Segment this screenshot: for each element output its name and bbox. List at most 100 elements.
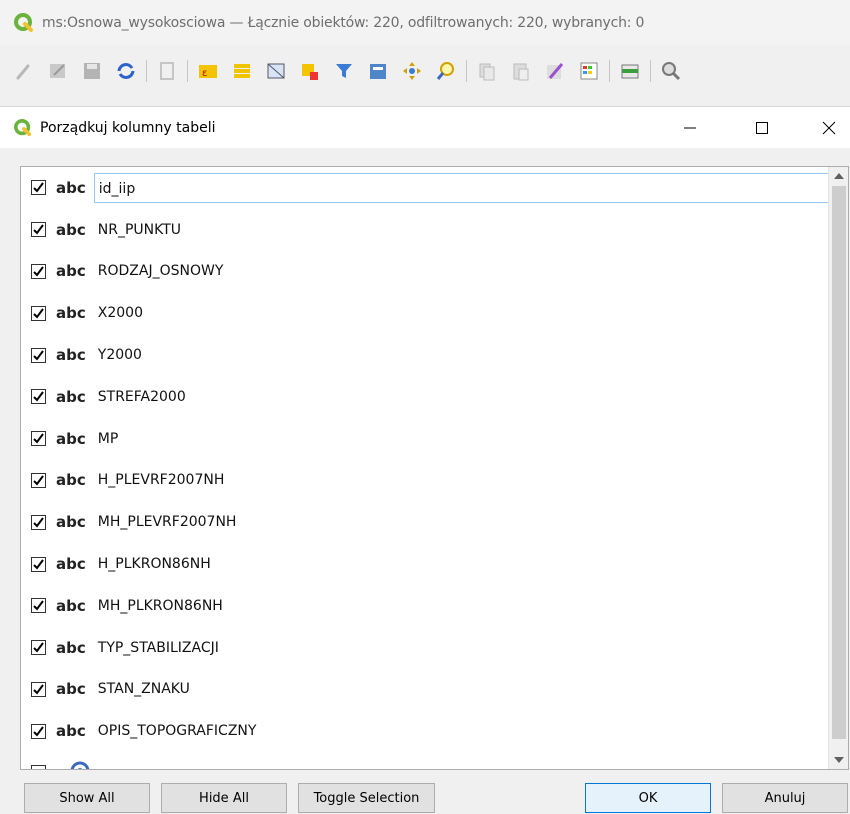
cancel-button[interactable]: Anuluj [722,783,848,813]
select-all-icon[interactable] [228,57,256,85]
field-type-icon: abc [56,596,86,615]
checkmark-icon [33,600,44,611]
column-checkbox[interactable] [31,305,46,321]
ok-button[interactable]: OK [585,783,711,813]
chevron-up-icon [834,173,844,179]
column-list-item[interactable]: abc MP [21,418,829,460]
column-list-item[interactable]: abc RODZAJ_OSNOWY [21,251,829,293]
field-type-icon: abc [56,387,86,406]
field-type-icon: abc [56,304,86,323]
svg-text:ε: ε [202,68,207,79]
dock-icon[interactable] [616,57,644,85]
column-list-item[interactable]: abc H_PLEVRF2007NH [21,460,829,502]
copy-icon[interactable] [473,57,501,85]
column-list-item[interactable]: abc NR_PUNKTU [21,209,829,251]
column-checkbox[interactable] [31,222,46,238]
column-checkbox[interactable] [31,681,46,697]
edit-pencil-icon[interactable] [10,57,38,85]
dialog-title: Porządkuj kolumny tabeli [40,119,216,136]
field-type-icon: abc [56,638,86,657]
parent-window-title: ms:Osnowa_wysokosciowa — Łącznie obiektó… [42,14,645,31]
column-name: H_PLKRON86NH [97,556,211,573]
column-list-item[interactable]: abc Y2000 [21,334,829,376]
column-checkbox[interactable] [31,472,46,488]
column-checkbox[interactable] [31,556,46,572]
column-list-item[interactable]: abc id_iip [21,167,831,209]
column-list-item[interactable]: abc STREFA2000 [21,376,829,418]
field-type-icon: abc [56,555,86,574]
qgis-logo-icon [14,118,32,137]
zoom-map-icon[interactable] [657,57,685,85]
zoom-to-icon[interactable] [432,57,460,85]
column-name: MH_PLEVRF2007NH [97,514,237,531]
checkmark-icon [33,349,44,361]
column-name: OPIS_TOPOGRAFICZNY [97,723,257,740]
column-checkbox[interactable] [31,598,46,614]
column-checkbox[interactable] [31,347,46,363]
scroll-up-arrow[interactable] [829,167,848,185]
refresh-icon[interactable] [112,57,140,85]
checkbox[interactable] [31,765,46,769]
checkmark-icon [33,642,44,653]
column-checkbox[interactable] [31,723,46,739]
column-list-item[interactable]: abc X2000 [21,292,829,334]
attribute-table-toolbar: ε [0,45,850,97]
field-type-icon: abc [56,262,86,281]
field-type-icon: abc [56,471,86,490]
field-calculator-icon[interactable] [541,57,569,85]
column-checkbox[interactable] [31,389,46,405]
toolbar-separator [466,60,467,82]
field-type-icon: abc [56,220,86,239]
toggle-selection-button[interactable]: Toggle Selection [298,783,435,813]
maximize-button[interactable] [733,107,791,149]
toolbar-separator [146,60,147,82]
column-list-item[interactable]: abc MH_PLKRON86NH [21,585,829,627]
column-checkbox[interactable] [31,263,46,279]
columns-list[interactable]: abc id_iip abc NR_PUNKTU abc RODZAJ_OSNOWY abc… [20,166,849,770]
qgis-logo-icon [14,12,34,33]
column-list-item[interactable]: abc OPIS_TOPOGRAFICZNY [21,710,829,752]
scroll-down-arrow[interactable] [829,751,848,769]
column-checkbox[interactable] [31,431,46,447]
column-name: MP [97,430,119,447]
save-icon[interactable] [78,57,106,85]
field-type-icon: abc [56,429,86,448]
toolbar-separator [650,60,651,82]
column-list-item[interactable]: abc H_PLKRON86NH [21,543,829,585]
pan-to-icon[interactable] [398,57,426,85]
column-name: RODZAJ_OSNOWY [97,263,224,280]
hide-all-button[interactable]: Hide All [161,783,287,813]
paste-icon[interactable] [507,57,535,85]
column-name: Y2000 [97,347,142,364]
checkmark-icon [33,182,44,193]
column-checkbox[interactable] [31,180,46,196]
toggle-edit-icon[interactable] [44,57,72,85]
column-list-item[interactable]: abc STAN_ZNAKU [21,669,829,711]
show-all-button[interactable]: Show All [24,783,150,813]
conditional-format-icon[interactable] [575,57,603,85]
column-name: id_iip [93,172,831,203]
toolbar-separator [609,60,610,82]
column-list-item[interactable]: abc TYP_STABILIZACJI [21,627,829,669]
minimize-button[interactable] [661,107,719,149]
partial-list-item [21,757,829,769]
close-icon [822,121,836,135]
delete-icon[interactable] [153,57,181,85]
move-top-icon[interactable] [364,57,392,85]
field-type-icon: abc [56,178,86,197]
scrollbar-thumb[interactable] [832,186,846,739]
column-checkbox[interactable] [31,640,46,656]
vertical-scrollbar[interactable] [828,167,848,769]
minimize-icon [684,127,696,129]
deselect-icon[interactable] [296,57,324,85]
column-name: X2000 [97,305,143,322]
column-checkbox[interactable] [31,514,46,530]
field-type-icon: abc [56,680,86,699]
select-expression-icon[interactable]: ε [194,57,222,85]
invert-selection-icon[interactable] [262,57,290,85]
column-list-item[interactable]: abc MH_PLEVRF2007NH [21,501,829,543]
close-button[interactable] [800,107,850,149]
column-name: NR_PUNKTU [97,221,182,238]
toolbar-separator [187,60,188,82]
filter-icon[interactable] [330,57,358,85]
